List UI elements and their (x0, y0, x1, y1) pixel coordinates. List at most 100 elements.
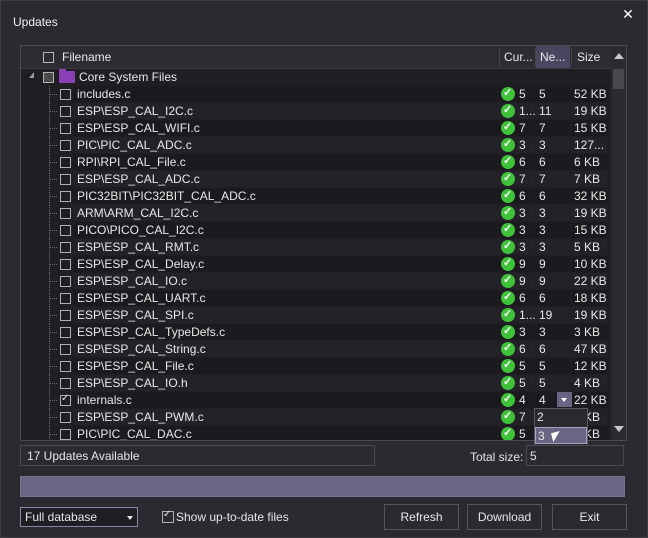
column-header-filename[interactable]: Filename (62, 46, 111, 68)
current-version-cell: 5 (499, 426, 535, 440)
table-row[interactable]: PICO\PICO_CAL_I2C.c3315 KB (21, 222, 611, 239)
current-version-cell: 3 (499, 324, 535, 340)
file-checkbox[interactable] (60, 293, 71, 304)
table-row[interactable]: PIC\PIC_CAL_ADC.c33127... (21, 137, 611, 154)
file-name: ARM\ARM_CAL_I2C.c (77, 206, 199, 220)
new-version[interactable]: 5 (536, 86, 570, 102)
table-row[interactable]: internals.c4422 KB (21, 392, 611, 409)
table-row[interactable]: ESP\ESP_CAL_WIFI.c7715 KB (21, 120, 611, 137)
new-version[interactable]: 3 (536, 324, 570, 340)
show-uptodate-checkbox[interactable] (162, 509, 174, 523)
current-version-cell: 4 (499, 392, 535, 408)
table-row[interactable]: ESP\ESP_CAL_RMT.c335 KB (21, 239, 611, 256)
table-row[interactable]: ARM\ARM_CAL_I2C.c3319 KB (21, 205, 611, 222)
new-version[interactable]: 5 (536, 375, 570, 391)
new-version[interactable]: 3 (536, 239, 570, 255)
show-uptodate-label[interactable]: Show up-to-date files (176, 510, 289, 524)
scroll-thumb[interactable] (613, 69, 624, 89)
file-size: 22 KB (571, 392, 607, 408)
file-checkbox[interactable] (60, 123, 71, 134)
group-row-core-system-files[interactable]: Core System Files (21, 69, 611, 86)
file-size: 15 KB (571, 222, 607, 238)
new-version[interactable]: 6 (536, 341, 570, 357)
table-row[interactable]: ESP\ESP_CAL_ADC.c777 KB (21, 171, 611, 188)
current-version: 6 (519, 155, 526, 169)
file-checkbox[interactable] (60, 242, 71, 253)
file-checkbox[interactable] (60, 393, 71, 406)
new-version[interactable]: 6 (536, 290, 570, 306)
file-checkbox[interactable] (60, 344, 71, 355)
collapse-arrow-icon[interactable] (29, 72, 34, 78)
group-checkbox[interactable] (43, 72, 54, 83)
database-select[interactable]: Full database (20, 507, 138, 527)
file-checkbox[interactable] (60, 310, 71, 321)
close-icon[interactable]: ✕ (621, 7, 635, 21)
new-version[interactable]: 11 (536, 103, 570, 119)
file-checkbox[interactable] (60, 225, 71, 236)
file-checkbox[interactable] (60, 89, 71, 100)
file-checkbox[interactable] (60, 157, 71, 168)
column-header-new[interactable]: Ne... (536, 46, 570, 68)
file-checkbox[interactable] (60, 191, 71, 202)
new-version[interactable]: 6 (536, 188, 570, 204)
table-row[interactable]: ESP\ESP_CAL_I2C.c 1...1119 KB (21, 103, 611, 120)
new-version[interactable]: 3 (536, 205, 570, 221)
version-option[interactable]: 2 (535, 409, 587, 426)
table-row[interactable]: ESP\ESP_CAL_Delay.c9910 KB (21, 256, 611, 273)
table-row[interactable]: PIC32BIT\PIC32BIT_CAL_ADC.c6632 KB (21, 188, 611, 205)
file-checkbox[interactable] (60, 259, 71, 270)
new-version[interactable]: 9 (536, 256, 570, 272)
current-version-cell: 3 (499, 239, 535, 255)
file-checkbox[interactable] (60, 174, 71, 185)
table-row[interactable]: ESP\ESP_CAL_TypeDefs.c333 KB (21, 324, 611, 341)
file-checkbox[interactable] (60, 276, 71, 287)
scroll-up-icon[interactable] (614, 53, 624, 59)
file-size: 127... (571, 137, 607, 153)
file-name: ESP\ESP_CAL_TypeDefs.c (77, 325, 226, 339)
file-checkbox[interactable] (60, 412, 71, 423)
new-version[interactable]: 3 (536, 137, 570, 153)
table-row[interactable]: ESP\ESP_CAL_IO.h554 KB (21, 375, 611, 392)
select-all-checkbox[interactable] (43, 52, 54, 63)
new-version[interactable]: 6 (536, 154, 570, 170)
file-checkbox[interactable] (60, 327, 71, 338)
check-circle-icon (501, 120, 515, 135)
current-version-cell: 5 (499, 358, 535, 374)
vertical-scrollbar[interactable] (611, 46, 626, 440)
table-row[interactable]: ESP\ESP_CAL_PWM.c76 KB (21, 409, 611, 426)
table-row[interactable]: ESP\ESP_CAL_IO.c9922 KB (21, 273, 611, 290)
table-row[interactable]: includes.c5552 KB (21, 86, 611, 103)
file-checkbox[interactable] (60, 140, 71, 151)
new-version[interactable]: 7 (536, 120, 570, 136)
scroll-down-icon[interactable] (614, 426, 624, 432)
tree-branch (49, 332, 57, 334)
table-row[interactable]: ESP\ESP_CAL_SPI.c 1...1919 KB (21, 307, 611, 324)
check-circle-icon (501, 375, 515, 390)
table-row[interactable]: ESP\ESP_CAL_UART.c6618 KB (21, 290, 611, 307)
download-button[interactable]: Download (467, 504, 542, 530)
version-dropdown-button[interactable] (557, 392, 572, 407)
current-version-cell: 9 (499, 256, 535, 272)
table-row[interactable]: ESP\ESP_CAL_File.c5512 KB (21, 358, 611, 375)
file-checkbox[interactable] (60, 429, 71, 440)
file-checkbox[interactable] (60, 106, 71, 117)
column-header-size[interactable]: Size (577, 46, 600, 68)
table-row[interactable]: PIC\PIC_CAL_DAC.c56 KB (21, 426, 611, 440)
new-version[interactable]: 19 (536, 307, 570, 323)
new-version[interactable]: 3 (536, 222, 570, 238)
refresh-button[interactable]: Refresh (384, 504, 459, 530)
table-row[interactable]: RPI\RPI_CAL_File.c666 KB (21, 154, 611, 171)
file-checkbox[interactable] (60, 378, 71, 389)
new-version[interactable]: 7 (536, 171, 570, 187)
column-header-current[interactable]: Cur... (504, 46, 533, 68)
new-version[interactable]: 5 (536, 358, 570, 374)
folder-icon (59, 69, 75, 83)
table-row[interactable]: ESP\ESP_CAL_String.c6647 KB (21, 341, 611, 358)
file-checkbox[interactable] (60, 361, 71, 372)
new-version[interactable]: 9 (536, 273, 570, 289)
file-name: PIC\PIC_CAL_DAC.c (77, 427, 192, 440)
row-background (73, 392, 499, 408)
check-circle-icon (501, 171, 515, 186)
exit-button[interactable]: Exit (552, 504, 627, 530)
file-checkbox[interactable] (60, 208, 71, 219)
